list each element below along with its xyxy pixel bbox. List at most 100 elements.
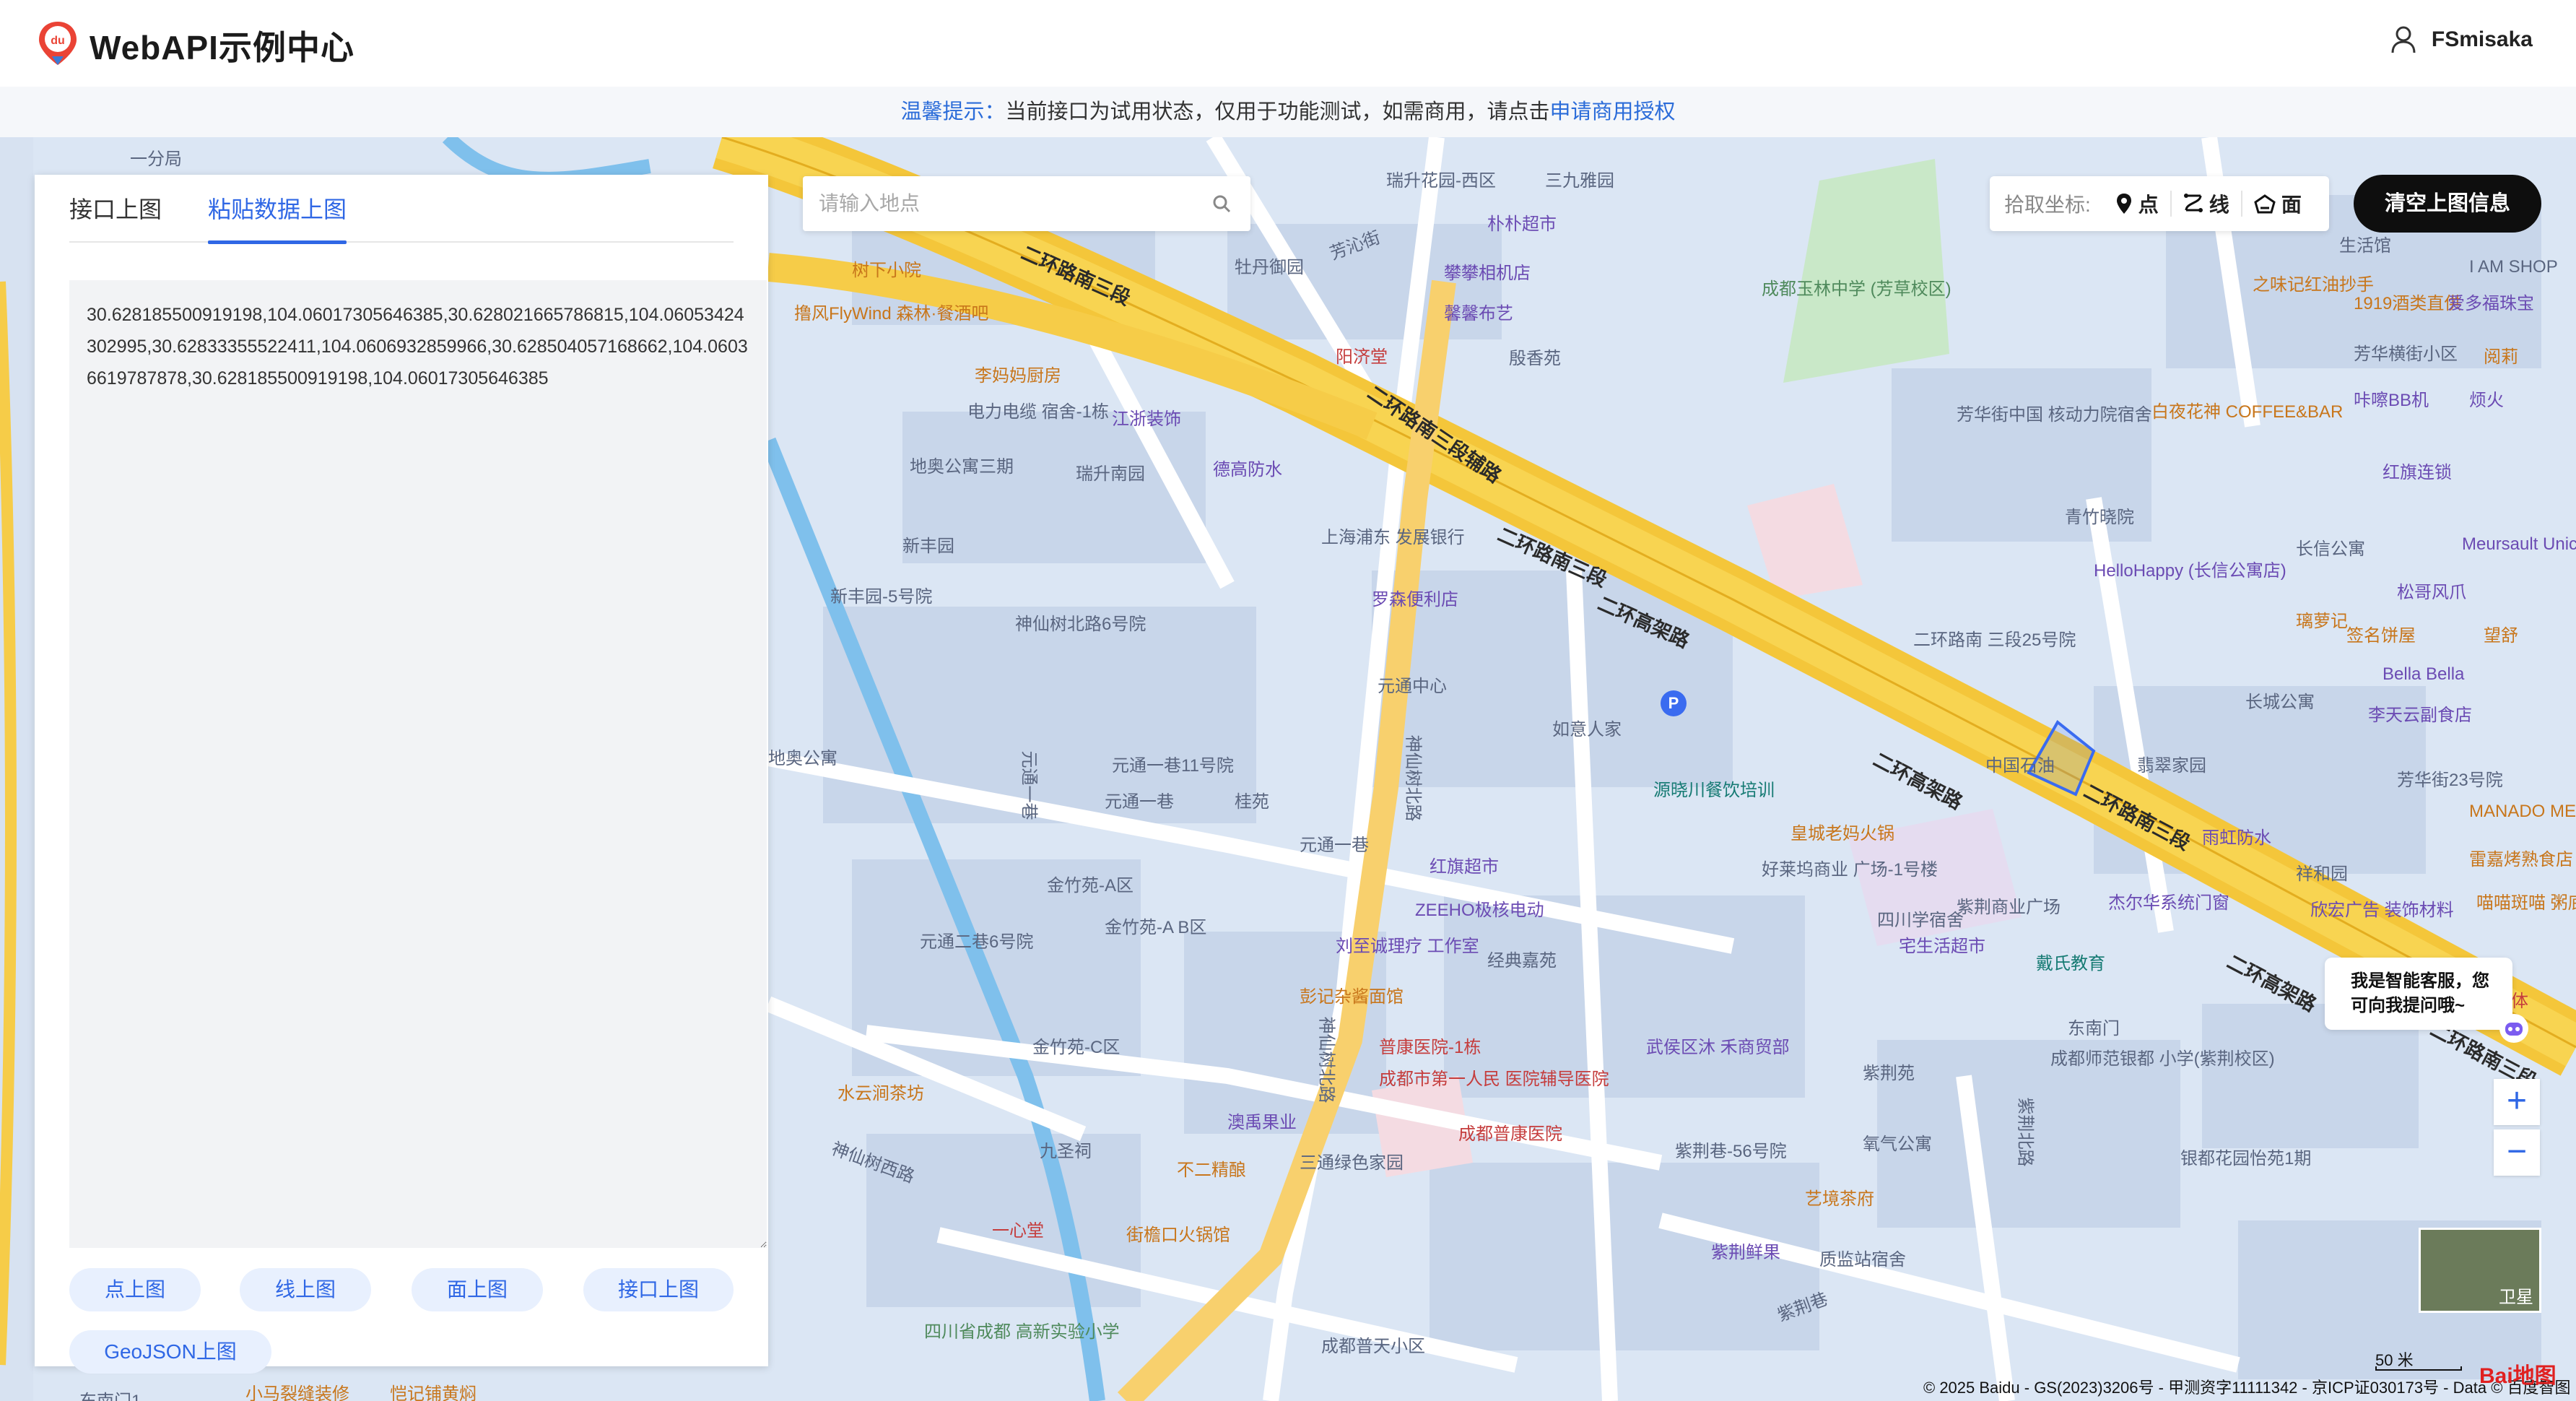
api-map-button[interactable]: 接口上图 — [583, 1268, 734, 1311]
map-poi-label: 罗森便利店 — [1372, 590, 1458, 610]
location-search — [803, 176, 1250, 231]
map-poi-label: 神仙树北路6号院 — [1015, 615, 1146, 634]
map-road-label: 元通一巷 — [1019, 750, 1039, 820]
map-poi-label: 牡丹御园 — [1235, 258, 1304, 277]
map-road-label: 元通一巷 — [1105, 792, 1174, 812]
map-poi-label: 四川省成都 高新实验小学 — [924, 1322, 1120, 1342]
parking-icon[interactable]: P — [1661, 690, 1687, 716]
chatbot-icon[interactable] — [2498, 1012, 2530, 1044]
map-poi-label: 金竹苑-A B区 — [1105, 918, 1207, 937]
map-poi-label: 武侯区沐 禾商贸部 — [1646, 1038, 1790, 1057]
map-poi-label: 青竹晓院 — [2065, 508, 2134, 527]
map-poi-label: 松哥风爪 — [2397, 583, 2466, 602]
tab-api-map[interactable]: 接口上图 — [69, 195, 162, 243]
satellite-label: 卫星 — [2499, 1288, 2533, 1307]
point-map-button[interactable]: 点上图 — [69, 1268, 201, 1311]
map-poi-label: 树下小院 — [852, 261, 921, 280]
map-poi-label: 望舒 — [2484, 626, 2518, 646]
map-poi-label: 雷嘉烤熟食店 — [2469, 850, 2573, 869]
line-path-icon — [2183, 194, 2203, 212]
map-poi-label: HelloHappy (长信公寓店) — [2094, 561, 2286, 581]
map-poi-label: 地奥公寓 — [768, 749, 837, 768]
map-poi-label: 普康医院-1栋 — [1379, 1038, 1481, 1057]
map-road-label: 元通一巷 — [1300, 836, 1369, 855]
map-poi-label: 长城公寓 — [2245, 693, 2315, 712]
zoom-out-button[interactable]: − — [2494, 1129, 2540, 1176]
map-poi-label: 中国石油 — [1985, 756, 2055, 776]
coordinate-data-textarea[interactable] — [69, 280, 767, 1248]
user-menu[interactable]: FSmisaka — [2391, 26, 2533, 53]
map-poi-label: 阳济堂 — [1336, 347, 1388, 367]
map-poi-label: 金竹苑-A区 — [1047, 876, 1133, 895]
map-poi-label: 银都花园怡苑1期 — [2180, 1149, 2312, 1168]
logo-icon: du — [39, 22, 77, 65]
map-poi-label: 刘至诚理疗 工作室 — [1336, 937, 1479, 956]
map-scale-bar — [2375, 1366, 2462, 1371]
map-poi-label: 紫荆苑 — [1863, 1064, 1915, 1083]
map-poi-label: 攀攀相机店 — [1444, 264, 1531, 283]
map-poi-label: 紫荆商业广场 — [1957, 898, 2061, 917]
location-pin-icon — [2116, 194, 2131, 214]
map-poi-label: 成都市第一人民 医院辅导医院 — [1379, 1070, 1609, 1089]
polygon-icon — [2254, 194, 2276, 214]
svg-text:du: du — [51, 35, 65, 47]
line-map-button[interactable]: 线上图 — [240, 1268, 371, 1311]
assistant-chat-bubble[interactable]: 我是智能客服，您 可向我提问哦~ — [2325, 958, 2512, 1030]
map-poi-label: 瑞升花园-西区 — [1386, 171, 1496, 191]
map-poi-label: 翡翠家园 — [2137, 756, 2206, 776]
map-poi-label: 澳禹果业 — [1227, 1113, 1297, 1132]
map-poi-label: 电力电缆 宿舍-1栋 — [967, 402, 1110, 422]
map-poi-label: 撸风FlyWind 森林·餐酒吧 — [794, 304, 989, 324]
tab-paste-data[interactable]: 粘贴数据上图 — [208, 195, 347, 244]
map-poi-label: 小马裂缝装修 — [245, 1384, 349, 1401]
map-poi-label: 瑞升南园 — [1076, 464, 1145, 484]
pick-line-label: 线 — [2209, 194, 2229, 216]
app-header: du WebAPI示例中心 FSmisaka — [0, 0, 2576, 87]
map-poi-label: 九圣祠 — [1040, 1142, 1092, 1161]
map-poi-label: MANADO MEMO — [2469, 802, 2576, 821]
map-poi-label: 欣宏广告 装饰材料 — [2310, 901, 2454, 920]
notice-bar: 温馨提示：当前接口为试用状态，仅用于功能测试，如需商用，请点击申请商用授权 — [0, 87, 2576, 137]
pick-point-button[interactable]: 点 — [2104, 191, 2170, 217]
map-poi-label: 生活馆 — [2339, 236, 2391, 256]
map-poi-label: 殷香苑 — [1509, 349, 1561, 368]
search-input[interactable] — [819, 176, 1194, 231]
zoom-in-button[interactable]: + — [2494, 1079, 2540, 1125]
baidu-map-logo: Bai地图 — [2479, 1364, 2557, 1388]
map-poi-label: 不二精酿 — [1177, 1161, 1246, 1180]
map-poi-label: 长信公寓 — [2296, 539, 2365, 559]
map-poi-label: 新丰园 — [902, 537, 954, 556]
search-icon[interactable] — [1211, 194, 1232, 214]
map-poi-label: 宅生活超市 — [1899, 937, 1985, 956]
map-poi-label: 地奥公寓三期 — [910, 457, 1014, 477]
notice-prefix: 温馨提示： — [900, 100, 1006, 123]
pick-polygon-button[interactable]: 面 — [2240, 191, 2313, 217]
map-poi-label: 签名饼屋 — [2346, 626, 2416, 646]
satellite-toggle[interactable]: 卫星 — [2419, 1228, 2541, 1313]
map-poi-label: 街檐口火锅馆 — [1126, 1226, 1230, 1245]
map-poi-label: 经典嘉苑 — [1487, 951, 1557, 971]
map-poi-label: 红旗超市 — [1430, 857, 1499, 877]
map-poi-label: 阅莉 — [2484, 347, 2518, 367]
map-poi-label: 一心堂 — [992, 1221, 1044, 1241]
polygon-map-button[interactable]: 面上图 — [412, 1268, 543, 1311]
geojson-map-button[interactable]: GeoJSON上图 — [69, 1330, 271, 1374]
chat-line-1: 我是智能客服，您 — [2351, 971, 2489, 991]
map-poi-label: 李妈妈厨房 — [975, 366, 1061, 386]
map-poi-label: 东南门1 — [79, 1387, 141, 1401]
map-poi-label: 紫荆鲜果 — [1711, 1243, 1780, 1262]
map-poi-label: 三通绿色家园 — [1300, 1153, 1404, 1173]
coordinate-picker: 拾取坐标: 点 线 面 — [1990, 176, 2329, 231]
map-poi-label: 金竹苑-C区 — [1032, 1038, 1121, 1057]
map-poi-label: 二环路南 三段25号院 — [1913, 630, 2076, 650]
clear-map-button[interactable]: 清空上图信息 — [2354, 175, 2541, 233]
map-poi-label: 氧气公寓 — [1863, 1135, 1932, 1154]
picker-label: 拾取坐标: — [2004, 194, 2091, 216]
apply-license-link[interactable]: 申请商用授权 — [1550, 100, 1676, 123]
map-poi-label: 喵喵斑喵 粥底bistr — [2476, 893, 2576, 913]
map-poi-label: 1919酒类直供 — [2354, 294, 2462, 313]
pick-line-button[interactable]: 线 — [2170, 191, 2241, 217]
map-poi-label: 朴朴超市 — [1487, 214, 1557, 234]
map-poi-label: ZEEHO极核电动 — [1415, 901, 1544, 920]
map-copyright: © 2025 Baidu - GS(2023)3206号 - 甲测资字11111… — [1923, 1379, 2571, 1397]
